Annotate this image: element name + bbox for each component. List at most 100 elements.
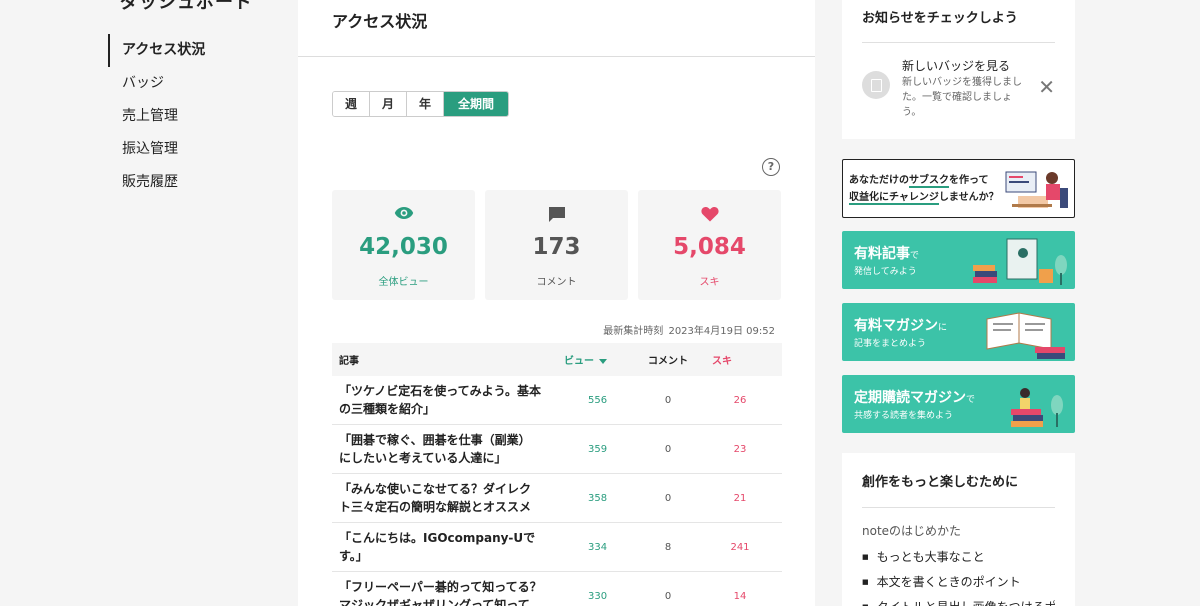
- sidebar-item-sales[interactable]: 売上管理: [108, 100, 278, 133]
- subscription-magazine-illustration: [999, 379, 1069, 433]
- sub-text-2: サブスク: [909, 175, 949, 188]
- stat-card-likes: 5,084 スキ: [638, 190, 781, 300]
- subscription-illustration: [1004, 166, 1070, 216]
- create-link[interactable]: もっとも大事なこと: [862, 545, 1055, 570]
- row-views: 359: [588, 443, 608, 455]
- paid-magazine-subtitle: 記事をまとめよう: [854, 339, 927, 349]
- row-title[interactable]: 「囲碁で稼ぐ、囲碁を仕事（副業）にしたいと考えている人達に」: [332, 431, 542, 467]
- col-comments-header[interactable]: コメント: [638, 352, 698, 367]
- paid-article-title: 有料記事で: [854, 243, 919, 263]
- table-row[interactable]: 「みんな使いこなせてる？ダイレクト三々定石の簡明な解説とオススメの… 358 0…: [332, 474, 782, 523]
- badge-icon: [862, 71, 890, 99]
- tab-week[interactable]: 週: [333, 92, 371, 116]
- col-title-header: 記事: [339, 356, 359, 367]
- paid-article-banner[interactable]: 有料記事で 発信してみよう: [842, 231, 1075, 289]
- notice-text: 新しいバッジを獲得しました。一覧で確認しましょう。: [902, 77, 1022, 118]
- row-likes: 14: [733, 590, 747, 602]
- last-updated: 最新集計時刻 2023年4月19日 09:52: [601, 322, 775, 337]
- sub-text-1: あなただけの: [849, 175, 909, 186]
- eye-icon: [332, 206, 475, 222]
- subscription-magazine-title: 定期購読マガジンで: [854, 387, 975, 407]
- table-row[interactable]: 「フリーペーパー碁的って知ってる？マジックザギャザリングって知って… 330 0…: [332, 572, 782, 606]
- create-link[interactable]: 本文を書くときのポイント: [862, 570, 1055, 595]
- right-column: お知らせをチェックしよう 新しいバッジを見る 新しいバッジを獲得しました。一覧で…: [842, 0, 1075, 606]
- notice-item[interactable]: 新しいバッジを見る 新しいバッジを獲得しました。一覧で確認しましょう。 ✕: [862, 43, 1055, 123]
- row-comments: 8: [664, 541, 672, 553]
- banner-title-suffix: で: [910, 251, 920, 261]
- sub-text-4: 収益化にチャレンジ: [849, 192, 939, 205]
- banner-title-text: 定期購読マガジン: [854, 390, 966, 406]
- subscription-magazine-subtitle: 共感する読者を集めよう: [854, 411, 954, 421]
- row-views: 334: [588, 541, 608, 553]
- notice-title[interactable]: 新しいバッジを見る: [902, 57, 1010, 74]
- sidebar: ダッシュボード アクセス状況 バッジ 売上管理 振込管理 販売履歴: [108, 0, 278, 606]
- last-updated-label: 最新集計時刻: [603, 326, 664, 337]
- row-likes: 23: [733, 443, 747, 455]
- last-updated-time: 2023年4月19日 09:52: [668, 326, 775, 337]
- row-comments: 0: [664, 492, 672, 504]
- sidebar-item-transfers[interactable]: 振込管理: [108, 133, 278, 166]
- sub-text-3: を作って: [949, 175, 989, 186]
- row-views: 330: [588, 590, 608, 602]
- views-label: 全体ビュー: [378, 277, 429, 288]
- row-title[interactable]: 「ツケノビ定石を使ってみよう。基本の三種類を紹介」: [332, 382, 542, 418]
- table-row[interactable]: 「囲碁で稼ぐ、囲碁を仕事（副業）にしたいと考えている人達に」 359 0 23: [332, 425, 782, 474]
- row-comments: 0: [664, 443, 672, 455]
- close-icon[interactable]: ✕: [1038, 77, 1055, 97]
- row-likes: 26: [733, 394, 747, 406]
- views-count: 42,030: [359, 234, 448, 260]
- create-link[interactable]: タイトルと見出し画像をつけるポ: [862, 595, 1055, 606]
- subscription-magazine-banner[interactable]: 定期購読マガジンで 共感する読者を集めよう: [842, 375, 1075, 433]
- sidebar-nav: アクセス状況 バッジ 売上管理 振込管理 販売履歴: [108, 34, 278, 199]
- period-tabs: 週 月 年 全期間: [332, 91, 510, 117]
- main-header: アクセス状況: [298, 0, 815, 57]
- stat-card-views: 42,030 全体ビュー: [332, 190, 475, 300]
- row-title[interactable]: 「フリーペーパー碁的って知ってる？マジックザギャザリングって知って…: [332, 578, 542, 606]
- sidebar-item-access[interactable]: アクセス状況: [108, 34, 278, 67]
- main-panel: アクセス状況 週 月 年 全期間 ? 42,030 全体ビュー 173 コメント…: [298, 0, 815, 606]
- table-row[interactable]: 「ツケノビ定石を使ってみよう。基本の三種類を紹介」 556 0 26: [332, 376, 782, 425]
- row-comments: 0: [664, 394, 672, 406]
- paid-magazine-illustration: [973, 307, 1069, 361]
- row-comments: 0: [664, 590, 672, 602]
- tab-month[interactable]: 月: [370, 92, 408, 116]
- comments-count: 173: [532, 234, 581, 260]
- col-likes-header[interactable]: スキ: [698, 352, 782, 367]
- paid-magazine-title: 有料マガジンに: [854, 315, 947, 335]
- row-title[interactable]: 「こんにちは。IGOcompany-Uです。」: [332, 529, 542, 565]
- sort-down-icon: [599, 358, 607, 364]
- col-views-label: ビュー: [564, 356, 594, 367]
- paid-article-subtitle: 発信してみよう: [854, 267, 917, 277]
- create-links: もっとも大事なこと 本文を書くときのポイント タイトルと見出し画像をつけるポ: [862, 545, 1055, 606]
- tab-year[interactable]: 年: [407, 92, 445, 116]
- stats-cards: 42,030 全体ビュー 173 コメント 5,084 スキ: [332, 190, 781, 300]
- banner-title-text: 有料マガジン: [854, 318, 938, 334]
- comment-icon: [485, 206, 628, 222]
- help-icon[interactable]: ?: [762, 158, 780, 176]
- dashboard-title: ダッシュボード: [120, 0, 253, 13]
- paid-magazine-banner[interactable]: 有料マガジンに 記事をまとめよう: [842, 303, 1075, 361]
- subscription-banner[interactable]: あなただけのサブスクを作って 収益化にチャレンジしませんか？: [842, 159, 1075, 218]
- table-row[interactable]: 「こんにちは。IGOcompany-Uです。」 334 8 241: [332, 523, 782, 572]
- likes-count: 5,084: [673, 234, 746, 260]
- subscription-banner-text: あなただけのサブスクを作って 収益化にチャレンジしませんか？: [849, 172, 999, 206]
- row-title[interactable]: 「みんな使いこなせてる？ダイレクト三々定石の簡明な解説とオススメの…: [332, 480, 542, 516]
- notice-heading: お知らせをチェックしよう: [862, 0, 1055, 43]
- row-views: 358: [588, 492, 608, 504]
- col-views-header[interactable]: ビュー: [542, 352, 638, 367]
- paid-article-illustration: [973, 235, 1069, 289]
- row-likes: 241: [730, 541, 750, 553]
- sidebar-item-sales-history[interactable]: 販売履歴: [108, 166, 278, 199]
- articles-table: 記事 ビュー コメント スキ 「ツケノビ定石を使ってみよう。基本の三種類を紹介」…: [332, 343, 782, 606]
- sidebar-item-badges[interactable]: バッジ: [108, 67, 278, 100]
- tab-all-time[interactable]: 全期間: [444, 92, 509, 116]
- sub-text-5: しませんか？: [938, 192, 999, 203]
- notice-card: お知らせをチェックしよう 新しいバッジを見る 新しいバッジを獲得しました。一覧で…: [842, 0, 1075, 139]
- comments-label: コメント: [536, 277, 577, 288]
- row-likes: 21: [733, 492, 747, 504]
- table-header: 記事 ビュー コメント スキ: [332, 343, 782, 376]
- create-heading: 創作をもっと楽しむために: [862, 453, 1055, 508]
- page-title: アクセス状況: [332, 12, 428, 31]
- likes-label: スキ: [699, 277, 720, 288]
- banner-title-suffix: に: [938, 323, 948, 333]
